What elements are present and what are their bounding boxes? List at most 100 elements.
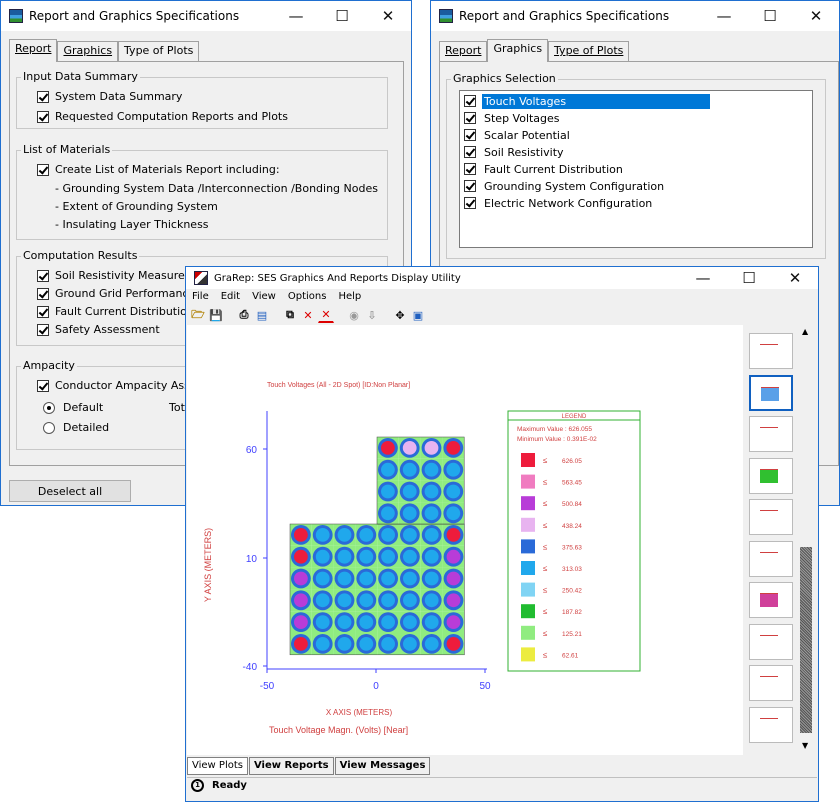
- radio-detailed[interactable]: Detailed: [43, 421, 109, 434]
- heatmap-cell-core: [403, 593, 417, 608]
- menu-help[interactable]: Help: [338, 289, 361, 305]
- scroll-up-icon[interactable]: ▲: [802, 327, 808, 336]
- tab-view-messages[interactable]: View Messages: [334, 757, 431, 775]
- plot-thumbnail[interactable]: [749, 706, 793, 743]
- list-item[interactable]: Electric Network Configuration: [464, 195, 654, 211]
- list-item[interactable]: Scalar Potential: [464, 127, 572, 143]
- app-icon: [439, 9, 453, 23]
- tab-type-of-plots[interactable]: Type of Plots: [118, 41, 200, 61]
- ground-grid-checkbox[interactable]: Ground Grid Performance: [37, 287, 195, 300]
- fault-current-checkbox[interactable]: Fault Current Distribution: [37, 305, 194, 318]
- down-arrow-icon[interactable]: ⇩: [364, 307, 380, 323]
- conductor-ampacity-checkbox[interactable]: Conductor Ampacity Assess: [37, 379, 208, 392]
- radio-default[interactable]: Default: [43, 401, 103, 414]
- tab-report[interactable]: Report: [9, 39, 58, 62]
- materials-checkbox[interactable]: Create List of Materials Report includin…: [37, 163, 280, 176]
- checkbox-label: Safety Assessment: [55, 323, 160, 336]
- system-data-checkbox[interactable]: System Data Summary: [37, 90, 182, 103]
- checkbox[interactable]: [464, 95, 476, 107]
- thumbnail-preview: [760, 551, 778, 566]
- zoom-icon[interactable]: ▣: [410, 307, 426, 323]
- checkbox[interactable]: [464, 112, 476, 124]
- tab-graphics[interactable]: Graphics: [487, 39, 549, 62]
- requested-reports-checkbox[interactable]: Requested Computation Reports and Plots: [37, 110, 288, 123]
- minimize-icon[interactable]: —: [701, 1, 747, 31]
- heatmap-cell-core: [294, 615, 308, 629]
- materials-label: List of Materials: [21, 143, 113, 156]
- minimize-icon[interactable]: —: [680, 267, 726, 289]
- plot-thumbnail[interactable]: [749, 416, 793, 452]
- checkbox[interactable]: [37, 287, 49, 300]
- tab-graphics[interactable]: Graphics: [57, 41, 119, 61]
- save-icon[interactable]: 💾: [208, 307, 224, 323]
- list-item[interactable]: Soil Resistivity: [464, 144, 566, 160]
- menu-options[interactable]: Options: [288, 289, 327, 305]
- title-bar[interactable]: Report and Graphics Specifications — ☐ ✕: [431, 1, 839, 31]
- binoculars-icon[interactable]: ◉: [346, 307, 362, 323]
- print-preview-icon[interactable]: ▤: [254, 307, 270, 323]
- list-item[interactable]: Fault Current Distribution: [464, 161, 625, 177]
- close-icon[interactable]: ✕: [365, 1, 411, 31]
- y-axis-label: Y AXIS (METERS): [203, 528, 213, 602]
- plot-thumbnail[interactable]: [749, 582, 793, 618]
- title-bar[interactable]: Report and Graphics Specifications — ☐ ✕: [1, 1, 411, 31]
- move-icon[interactable]: ✥: [392, 307, 408, 323]
- plot-thumbnail[interactable]: [749, 457, 793, 494]
- graphics-listbox[interactable]: Touch Voltages Step Voltages Scalar Pote…: [459, 90, 813, 248]
- tab-view-plots[interactable]: View Plots: [187, 757, 248, 775]
- legend-value: 438.24: [562, 523, 582, 530]
- list-item[interactable]: Touch Voltages: [464, 93, 710, 109]
- plot-thumbnail[interactable]: [749, 623, 793, 660]
- checkbox[interactable]: [37, 379, 49, 392]
- tab-view-reports[interactable]: View Reports: [248, 757, 334, 775]
- checkbox[interactable]: [464, 129, 476, 141]
- menu-file[interactable]: File: [192, 289, 209, 305]
- scroll-down-icon[interactable]: ▼: [802, 741, 808, 750]
- thumbnail-preview: [760, 717, 778, 732]
- tab-report[interactable]: Report: [439, 41, 488, 61]
- materials-sub-2: - Extent of Grounding System: [55, 200, 218, 213]
- minimize-icon[interactable]: —: [273, 1, 319, 31]
- menu-edit[interactable]: Edit: [221, 289, 240, 305]
- plot-thumbnail[interactable]: [749, 540, 793, 577]
- checkbox[interactable]: [464, 180, 476, 192]
- checkbox[interactable]: [37, 323, 49, 336]
- delete-all-icon[interactable]: ✕: [318, 307, 334, 323]
- thumbnail-scrollbar[interactable]: ▲ ▼: [799, 325, 813, 755]
- maximize-icon[interactable]: ☐: [726, 267, 772, 289]
- checkbox[interactable]: [464, 197, 476, 209]
- checkbox[interactable]: [37, 163, 49, 176]
- safety-assessment-checkbox[interactable]: Safety Assessment: [37, 323, 160, 336]
- close-icon[interactable]: ✕: [772, 267, 818, 289]
- plot-canvas[interactable]: Touch Voltages (All - 2D Spot) [ID:Non P…: [187, 325, 743, 755]
- maximize-icon[interactable]: ☐: [319, 1, 365, 31]
- list-item[interactable]: Grounding System Configuration: [464, 178, 666, 194]
- open-folder-icon[interactable]: 🗁: [190, 307, 206, 323]
- title-bar[interactable]: GraRep: SES Graphics And Reports Display…: [186, 267, 818, 289]
- close-icon[interactable]: ✕: [793, 1, 839, 31]
- copy-icon[interactable]: ⧉: [282, 307, 298, 323]
- list-item[interactable]: Step Voltages: [464, 110, 562, 126]
- heatmap-cell-core: [315, 593, 330, 608]
- tab-type-of-plots[interactable]: Type of Plots: [548, 41, 630, 61]
- checkbox[interactable]: [37, 90, 49, 103]
- plot-thumbnail[interactable]: [749, 374, 793, 411]
- checkbox[interactable]: [37, 305, 49, 318]
- heatmap-cell-core: [337, 528, 352, 542]
- radio-icon[interactable]: [43, 421, 55, 434]
- menu-view[interactable]: View: [252, 289, 276, 305]
- plot-thumbnail[interactable]: [749, 499, 793, 535]
- checkbox[interactable]: [37, 110, 49, 123]
- print-icon[interactable]: ⎙: [236, 307, 252, 323]
- scroll-thumb[interactable]: [800, 547, 812, 733]
- checkbox[interactable]: [464, 146, 476, 158]
- checkbox[interactable]: [464, 163, 476, 175]
- plot-thumbnail[interactable]: [749, 333, 793, 369]
- heatmap-cell-core: [381, 549, 395, 564]
- deselect-all-button[interactable]: Deselect all: [9, 480, 131, 502]
- plot-thumbnail[interactable]: [749, 665, 793, 701]
- checkbox[interactable]: [37, 269, 49, 282]
- delete-icon[interactable]: ✕: [300, 307, 316, 323]
- radio-icon[interactable]: [43, 401, 55, 414]
- maximize-icon[interactable]: ☐: [747, 1, 793, 31]
